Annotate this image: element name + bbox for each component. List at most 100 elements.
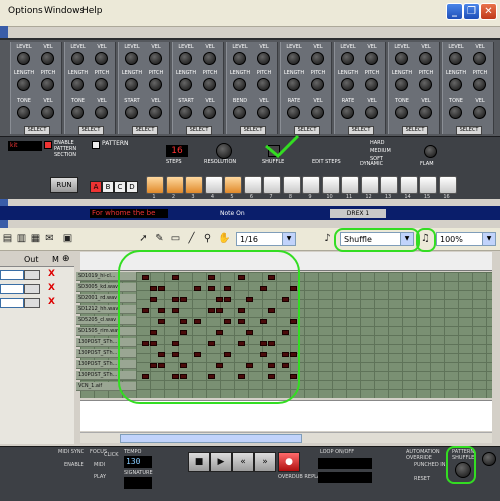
tempo-display[interactable]: 130: [124, 456, 152, 468]
minimize-button[interactable]: _: [446, 3, 463, 20]
step-button-10[interactable]: [321, 176, 340, 194]
run-button[interactable]: RUN: [50, 177, 78, 193]
mute-x-icon[interactable]: X: [48, 269, 55, 279]
channel-knob[interactable]: [419, 78, 432, 91]
channel-knob[interactable]: [95, 106, 108, 119]
channel-knob[interactable]: [71, 78, 84, 91]
step-button-15[interactable]: [419, 176, 437, 194]
step-button-2[interactable]: [165, 176, 184, 194]
lane-view-icon[interactable]: ▥: [16, 233, 27, 244]
enable-pattern-button[interactable]: [44, 141, 52, 149]
quantize-notes-icon[interactable]: ♪: [322, 233, 333, 244]
step-button-14[interactable]: [399, 176, 418, 194]
hand-tool-icon[interactable]: ✋: [218, 233, 230, 244]
close-button[interactable]: ✕: [480, 3, 497, 20]
step-button-8[interactable]: [282, 176, 301, 194]
channel-knob[interactable]: [149, 78, 162, 91]
channel-knob[interactable]: [179, 78, 192, 91]
output-knob[interactable]: [482, 452, 496, 466]
channel-knob[interactable]: [341, 106, 354, 119]
channel-select-button[interactable]: SELECT: [132, 126, 158, 135]
channel-select-button[interactable]: SELECT: [456, 126, 482, 135]
track-output-select[interactable]: [24, 298, 40, 308]
dynamic-options[interactable]: HARD MEDIUM SOFT: [370, 139, 391, 163]
automation-override-label[interactable]: AUTOMATION OVERRIDE: [406, 449, 442, 461]
chevron-down-icon[interactable]: ▼: [482, 233, 495, 245]
menu-windows[interactable]: Windows: [44, 6, 84, 16]
velocity-lane[interactable]: [80, 400, 492, 431]
zoom-in-icon[interactable]: ⊕: [62, 254, 70, 264]
channel-knob[interactable]: [419, 106, 432, 119]
pencil-tool-icon[interactable]: ✎: [154, 233, 165, 244]
edit-mode-icon[interactable]: ▤: [2, 233, 13, 244]
loop-right-display[interactable]: [318, 472, 372, 483]
channel-knob[interactable]: [311, 106, 324, 119]
flam-knob[interactable]: [424, 145, 437, 158]
channel-knob[interactable]: [41, 106, 54, 119]
channel-knob[interactable]: [473, 106, 486, 119]
track-lane[interactable]: X: [0, 283, 70, 294]
menu-help[interactable]: Help: [82, 6, 103, 16]
channel-knob[interactable]: [395, 106, 408, 119]
channel-knob[interactable]: [125, 106, 138, 119]
horizontal-scrollbar[interactable]: [80, 432, 492, 443]
midi-label[interactable]: MIDI: [94, 462, 105, 468]
channel-select-button[interactable]: SELECT: [78, 126, 104, 135]
bank-button-b[interactable]: B: [102, 181, 114, 193]
channel-knob[interactable]: [449, 52, 462, 65]
steps-display[interactable]: 16: [166, 145, 188, 157]
pattern-toggle[interactable]: [92, 141, 100, 149]
channel-knob[interactable]: [473, 52, 486, 65]
channel-knob[interactable]: [395, 52, 408, 65]
scroll-thumb[interactable]: [120, 434, 302, 443]
step-button-7[interactable]: [263, 176, 281, 194]
channel-knob[interactable]: [473, 78, 486, 91]
channel-knob[interactable]: [125, 52, 138, 65]
eraser-tool-icon[interactable]: ▭: [170, 233, 181, 244]
step-button-5[interactable]: [224, 176, 242, 194]
channel-knob[interactable]: [419, 52, 432, 65]
bank-button-d[interactable]: D: [126, 181, 138, 193]
rewind-button[interactable]: «: [232, 452, 254, 472]
channel-knob[interactable]: [71, 52, 84, 65]
channel-knob[interactable]: [257, 52, 270, 65]
line-tool-icon[interactable]: ╱: [186, 233, 197, 244]
record-button[interactable]: ●: [278, 452, 300, 472]
step-button-11[interactable]: [341, 176, 359, 194]
channel-knob[interactable]: [395, 78, 408, 91]
channel-knob[interactable]: [257, 106, 270, 119]
play-label[interactable]: PLAY: [94, 474, 106, 480]
signature-display[interactable]: [124, 477, 152, 489]
channel-knob[interactable]: [311, 52, 324, 65]
track-view-icon[interactable]: ▣: [62, 233, 73, 244]
channel-knob[interactable]: [365, 106, 378, 119]
track-output[interactable]: [0, 298, 24, 308]
dynamic-medium[interactable]: MEDIUM: [370, 147, 391, 155]
step-button-13[interactable]: [380, 176, 398, 194]
channel-knob[interactable]: [449, 106, 462, 119]
channel-knob[interactable]: [257, 78, 270, 91]
channel-knob[interactable]: [149, 52, 162, 65]
channel-knob[interactable]: [71, 106, 84, 119]
channel-knob[interactable]: [17, 52, 30, 65]
channel-knob[interactable]: [125, 78, 138, 91]
dynamic-hard[interactable]: HARD: [370, 139, 391, 147]
track-output-select[interactable]: [24, 284, 40, 294]
pointer-tool-icon[interactable]: ➚: [138, 233, 149, 244]
channel-select-button[interactable]: SELECT: [186, 126, 212, 135]
bank-button-a[interactable]: A: [90, 181, 102, 193]
step-button-4[interactable]: [204, 176, 223, 194]
channel-select-button[interactable]: SELECT: [348, 126, 374, 135]
track-output[interactable]: [0, 270, 24, 280]
channel-knob[interactable]: [17, 78, 30, 91]
step-button-9[interactable]: [302, 176, 320, 194]
reset-label[interactable]: RESET: [414, 476, 430, 482]
channel-knob[interactable]: [233, 106, 246, 119]
channel-knob[interactable]: [179, 106, 192, 119]
quantize-select[interactable]: 1/16 ▼: [236, 232, 296, 246]
channel-knob[interactable]: [95, 78, 108, 91]
channel-knob[interactable]: [233, 52, 246, 65]
channel-knob[interactable]: [365, 78, 378, 91]
stop-button[interactable]: ■: [188, 452, 210, 472]
channel-knob[interactable]: [341, 52, 354, 65]
